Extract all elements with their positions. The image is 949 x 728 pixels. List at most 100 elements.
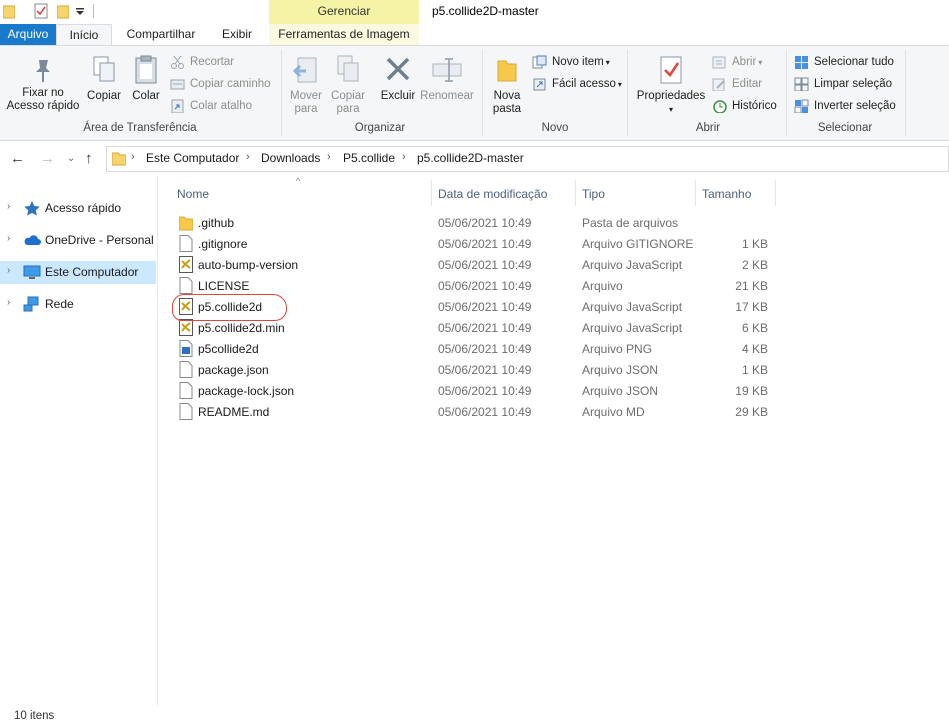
history-button[interactable]: Histórico	[712, 97, 777, 115]
expand-chevron-icon[interactable]: ›	[7, 201, 10, 212]
breadcrumb-chevron-icon: ›	[402, 151, 406, 163]
expand-chevron-icon[interactable]: ›	[7, 297, 10, 308]
navigation-pane	[0, 176, 158, 706]
nav-item-este-computador[interactable]: › Este Computador	[0, 261, 156, 284]
column-header-date[interactable]: Data de modificação	[438, 186, 573, 208]
copy-to-icon	[337, 55, 359, 82]
move-to-button[interactable]: Mover para	[287, 55, 325, 117]
file-row[interactable]: p5collide2d 05/06/2021 10:49 Arquivo PNG…	[175, 338, 773, 359]
new-folder-icon[interactable]	[57, 4, 69, 19]
file-row[interactable]: auto-bump-version 05/06/2021 10:49 Arqui…	[175, 254, 773, 275]
breadcrumb-current-folder[interactable]: p5.collide2D-master	[417, 151, 524, 165]
move-to-label-1: Mover	[290, 90, 322, 102]
file-type: Arquivo JSON	[582, 363, 659, 377]
pin-quick-access-button[interactable]: Fixar no Acesso rápido	[4, 55, 82, 117]
select-all-button[interactable]: Selecionar tudo	[794, 53, 894, 71]
forward-arrow-icon[interactable]: →	[40, 150, 55, 167]
pin-label-line2: Acesso rápido	[6, 100, 80, 112]
file-name: LICENSE	[198, 279, 250, 293]
cut-button[interactable]: Recortar	[170, 53, 234, 71]
cloud-icon	[24, 235, 41, 245]
paste-button[interactable]: Colar	[128, 55, 164, 107]
image-file-icon	[179, 340, 193, 357]
clipboard-icon	[135, 55, 157, 84]
expand-chevron-icon[interactable]: ›	[7, 265, 10, 276]
js-file-icon	[179, 256, 193, 273]
select-none-button[interactable]: Limpar seleção	[794, 75, 892, 93]
file-date: 05/06/2021 10:49	[438, 237, 532, 251]
invert-selection-button[interactable]: Inverter seleção	[794, 97, 896, 115]
tab-arquivo[interactable]: Arquivo	[0, 24, 56, 45]
pin-label-line1: Fixar no	[22, 87, 64, 99]
window-title: p5.collide2D-master	[432, 4, 539, 18]
tab-exibir[interactable]: Exibir	[212, 24, 262, 45]
pin-icon	[36, 60, 50, 82]
expand-chevron-icon[interactable]: ›	[7, 233, 10, 244]
tab-ferramentas-imagem[interactable]: Ferramentas de Imagem	[269, 24, 419, 45]
new-folder-label-2: pasta	[492, 103, 522, 115]
open-button[interactable]: Abrir ▾	[712, 53, 762, 71]
file-row[interactable]: README.md 05/06/2021 10:49 Arquivo MD 29…	[175, 401, 773, 422]
recent-locations-chevron-icon[interactable]: ⌄	[67, 153, 75, 164]
easy-access-button[interactable]: Fácil acesso ▾	[532, 75, 622, 93]
folder-icon[interactable]	[3, 4, 15, 19]
breadcrumb-este-computador[interactable]: Este Computador	[146, 151, 239, 165]
file-icon	[179, 277, 193, 294]
copy-path-button[interactable]: Copiar caminho	[170, 75, 271, 93]
copy-path-label: Copiar caminho	[190, 78, 271, 90]
file-size: 1 KB	[741, 237, 768, 251]
properties-icon[interactable]	[34, 3, 48, 19]
file-date: 05/06/2021 10:49	[438, 384, 532, 398]
edit-button[interactable]: Editar	[712, 75, 762, 93]
file-name: package.json	[198, 363, 269, 377]
file-row[interactable]: LICENSE 05/06/2021 10:49 Arquivo 21 KB	[175, 275, 773, 296]
back-arrow-icon[interactable]: ←	[10, 150, 25, 167]
dropdown-arrow-icon: ▾	[668, 105, 673, 114]
new-folder-button[interactable]: Nova pasta	[488, 55, 526, 117]
paste-shortcut-button[interactable]: Colar atalho	[170, 97, 252, 115]
new-folder-label-1: Nova	[493, 90, 521, 102]
organize-group-label: Organizar	[354, 122, 406, 134]
file-size: 17 KB	[735, 300, 768, 314]
properties-button[interactable]: Propriedades ▾	[634, 55, 708, 117]
file-type: Arquivo GITIGNORE	[582, 237, 694, 251]
rename-button[interactable]: Renomear	[419, 55, 475, 107]
customize-toolbar-icon[interactable]	[76, 8, 85, 17]
history-label: Histórico	[732, 100, 777, 112]
file-date: 05/06/2021 10:49	[438, 300, 532, 314]
column-divider[interactable]	[775, 180, 776, 206]
breadcrumb-p5-collide[interactable]: P5.collide	[343, 151, 395, 165]
delete-button[interactable]: Excluir	[378, 55, 418, 117]
column-header-type[interactable]: Tipo	[582, 186, 692, 208]
column-header-name[interactable]: Nome	[177, 186, 427, 208]
copy-to-button[interactable]: Copiar para	[328, 55, 368, 117]
file-size: 2 KB	[741, 258, 768, 272]
file-row[interactable]: package.json 05/06/2021 10:49 Arquivo JS…	[175, 359, 773, 380]
new-group-label: Novo	[541, 122, 569, 134]
select-none-label: Limpar seleção	[814, 78, 892, 90]
column-divider[interactable]	[575, 180, 576, 206]
column-divider[interactable]	[695, 180, 696, 206]
breadcrumb-chevron-icon: ›	[327, 151, 331, 163]
nav-item-rede[interactable]: › Rede	[0, 293, 156, 316]
group-separator	[786, 50, 787, 136]
up-arrow-icon[interactable]: ↑	[85, 150, 93, 167]
copy-button[interactable]: Copiar	[84, 55, 124, 107]
tab-compartilhar[interactable]: Compartilhar	[115, 24, 207, 45]
copy-to-label-2: para	[336, 103, 360, 115]
open-label: Abrir	[732, 56, 757, 68]
column-divider[interactable]	[431, 180, 432, 206]
file-row[interactable]: .gitignore 05/06/2021 10:49 Arquivo GITI…	[175, 233, 773, 254]
nav-item-acesso-rapido[interactable]: › Acesso rápido	[0, 197, 156, 220]
file-name: .github	[198, 216, 235, 230]
open-group-label: Abrir	[695, 122, 721, 134]
new-item-button[interactable]: Novo item ▾	[532, 53, 610, 71]
breadcrumb-downloads[interactable]: Downloads	[261, 151, 320, 165]
sort-ascending-icon: ^	[296, 176, 301, 186]
file-row[interactable]: package-lock.json 05/06/2021 10:49 Arqui…	[175, 380, 773, 401]
network-icon	[23, 296, 39, 312]
column-header-size[interactable]: Tamanho	[702, 186, 772, 208]
tab-inicio[interactable]: Início	[56, 24, 112, 45]
file-row[interactable]: .github 05/06/2021 10:49 Pasta de arquiv…	[175, 212, 773, 233]
nav-item-onedrive[interactable]: › OneDrive - Personal	[0, 229, 156, 252]
